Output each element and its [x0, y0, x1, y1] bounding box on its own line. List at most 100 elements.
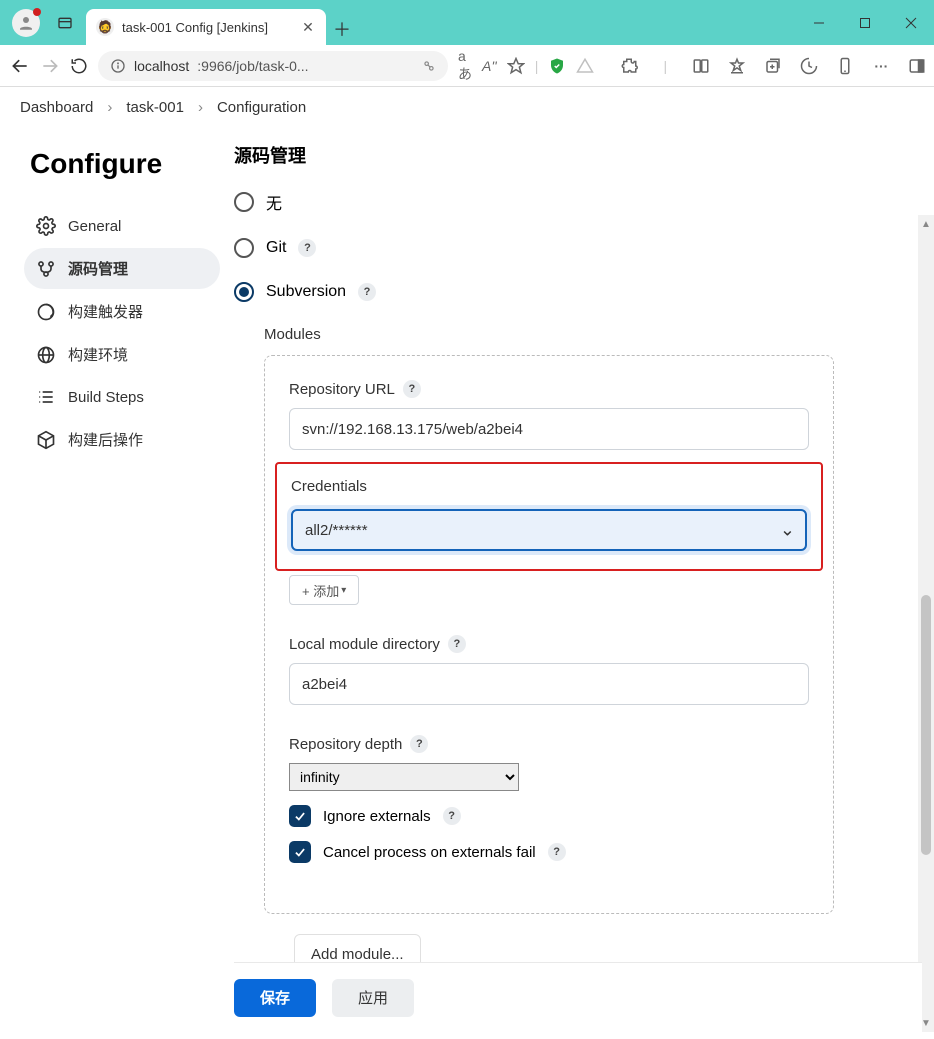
- more-icon[interactable]: ···: [866, 51, 896, 81]
- sidebar-item-scm[interactable]: 源码管理: [24, 248, 220, 289]
- profile-avatar[interactable]: [12, 9, 40, 37]
- help-icon[interactable]: ?: [358, 283, 376, 301]
- depth-select[interactable]: infinity: [289, 763, 519, 791]
- help-icon[interactable]: ?: [443, 807, 461, 825]
- help-icon[interactable]: ?: [298, 239, 316, 257]
- sidebar-item-build-steps[interactable]: Build Steps: [24, 377, 220, 417]
- radio-icon: [234, 238, 254, 258]
- repo-url-input[interactable]: [289, 408, 809, 450]
- favorites-bar-icon[interactable]: [722, 51, 752, 81]
- checkbox-label: Ignore externals: [323, 808, 431, 825]
- jenkins-favicon: 🧔: [96, 18, 114, 36]
- local-dir-input[interactable]: [289, 663, 809, 705]
- label-text: Local module directory: [289, 636, 440, 653]
- chevron-right-icon: ›: [107, 99, 112, 116]
- package-icon: [36, 430, 56, 450]
- forward-button[interactable]: [40, 51, 60, 81]
- refresh-button[interactable]: [70, 51, 88, 81]
- sidebar-item-label: 源码管理: [68, 258, 128, 279]
- config-sidebar: Configure General 源码管理 构建触发器 构建环境 Build …: [0, 128, 230, 1032]
- section-heading-scm: 源码管理: [234, 142, 906, 168]
- minimize-button[interactable]: [796, 0, 842, 45]
- maximize-button[interactable]: [842, 0, 888, 45]
- checkbox-label: Cancel process on externals fail: [323, 844, 536, 861]
- label-text: Repository URL: [289, 381, 395, 398]
- sidebar-item-label: Build Steps: [68, 389, 144, 406]
- breadcrumb: Dashboard › task-001 › Configuration: [0, 87, 934, 128]
- collections-icon[interactable]: [758, 51, 788, 81]
- credentials-label: Credentials: [291, 478, 807, 495]
- radio-checked-icon: [234, 282, 254, 302]
- window-titlebar: 🧔 task-001 Config [Jenkins] ✕ ＋: [0, 0, 934, 45]
- favorite-icon[interactable]: [507, 51, 525, 81]
- credentials-highlight: Credentials all2/****** ⌄: [275, 462, 823, 571]
- scm-option-subversion[interactable]: Subversion ?: [234, 282, 906, 302]
- page-title: Configure: [30, 148, 220, 180]
- permissions-icon[interactable]: [422, 59, 436, 73]
- scm-option-none[interactable]: 无: [234, 190, 906, 214]
- tab-title: task-001 Config [Jenkins]: [122, 20, 292, 35]
- ignore-externals-row[interactable]: Ignore externals ?: [289, 805, 809, 827]
- scroll-up-icon[interactable]: ▲: [918, 215, 934, 233]
- depth-label: Repository depth ?: [289, 735, 809, 753]
- cancel-on-externals-row[interactable]: Cancel process on externals fail ?: [289, 841, 809, 863]
- divider: |: [650, 51, 680, 81]
- new-tab-button[interactable]: ＋: [326, 13, 358, 45]
- performance-icon[interactable]: [794, 51, 824, 81]
- info-icon: [110, 58, 126, 74]
- translate-icon[interactable]: aあ: [458, 51, 472, 81]
- address-bar: localhost:9966/job/task-0... aあ A'' | | …: [0, 45, 934, 87]
- steps-icon: [36, 387, 56, 407]
- sidebar-item-label: 构建触发器: [68, 301, 143, 322]
- scroll-thumb[interactable]: [921, 595, 931, 855]
- sidebar-toggle-icon[interactable]: [902, 51, 932, 81]
- footer: 保存 应用: [234, 962, 922, 1032]
- close-window-button[interactable]: [888, 0, 934, 45]
- chevron-down-icon: ⌄: [780, 520, 795, 541]
- save-button[interactable]: 保存: [234, 979, 316, 1017]
- url-field[interactable]: localhost:9966/job/task-0...: [98, 51, 448, 81]
- crumb-job[interactable]: task-001: [126, 99, 184, 116]
- sidebar-item-label: General: [68, 218, 121, 235]
- text-size-icon[interactable]: A'': [482, 51, 497, 81]
- add-credentials-button[interactable]: + 添加 ▾: [289, 575, 359, 605]
- help-icon[interactable]: ?: [403, 380, 421, 398]
- radio-label: Subversion: [266, 283, 346, 301]
- split-screen-icon[interactable]: [686, 51, 716, 81]
- config-main: 源码管理 无 Git ? Subversion ? Modules Repos: [230, 128, 934, 1032]
- trigger-icon: [36, 302, 56, 322]
- scm-option-git[interactable]: Git ?: [234, 238, 906, 258]
- scrollbar[interactable]: ▲ ▼: [918, 215, 934, 1032]
- back-button[interactable]: [10, 51, 30, 81]
- sidebar-item-general[interactable]: General: [24, 206, 220, 246]
- close-tab-icon[interactable]: ✕: [300, 19, 316, 35]
- tab-actions-button[interactable]: [48, 6, 82, 40]
- module-box: Repository URL ? Credentials all2/******…: [264, 355, 834, 914]
- sidebar-item-triggers[interactable]: 构建触发器: [24, 291, 220, 332]
- sidebar-item-post-build[interactable]: 构建后操作: [24, 419, 220, 460]
- gear-icon: [36, 216, 56, 236]
- checkbox-checked-icon: [289, 841, 311, 863]
- sidebar-item-label: 构建后操作: [68, 429, 143, 450]
- credentials-value: all2/******: [305, 522, 368, 539]
- sidebar-item-label: 构建环境: [68, 344, 128, 365]
- apply-button[interactable]: 应用: [332, 979, 414, 1017]
- mobile-icon[interactable]: [830, 51, 860, 81]
- credentials-select[interactable]: all2/****** ⌄: [291, 509, 807, 551]
- globe-icon: [36, 345, 56, 365]
- shield-icon[interactable]: [548, 51, 566, 81]
- browser-tab[interactable]: 🧔 task-001 Config [Jenkins] ✕: [86, 9, 326, 45]
- help-icon[interactable]: ?: [548, 843, 566, 861]
- help-icon[interactable]: ?: [448, 635, 466, 653]
- extensions-icon[interactable]: [614, 51, 644, 81]
- crumb-dashboard[interactable]: Dashboard: [20, 99, 93, 116]
- person-icon: [17, 14, 35, 32]
- sidebar-item-env[interactable]: 构建环境: [24, 334, 220, 375]
- label-text: Credentials: [291, 478, 367, 495]
- warning-icon[interactable]: [576, 51, 594, 81]
- checkbox-checked-icon: [289, 805, 311, 827]
- caret-down-icon: ▾: [341, 585, 346, 596]
- label-text: Repository depth: [289, 736, 402, 753]
- help-icon[interactable]: ?: [410, 735, 428, 753]
- add-label: + 添加: [302, 581, 339, 600]
